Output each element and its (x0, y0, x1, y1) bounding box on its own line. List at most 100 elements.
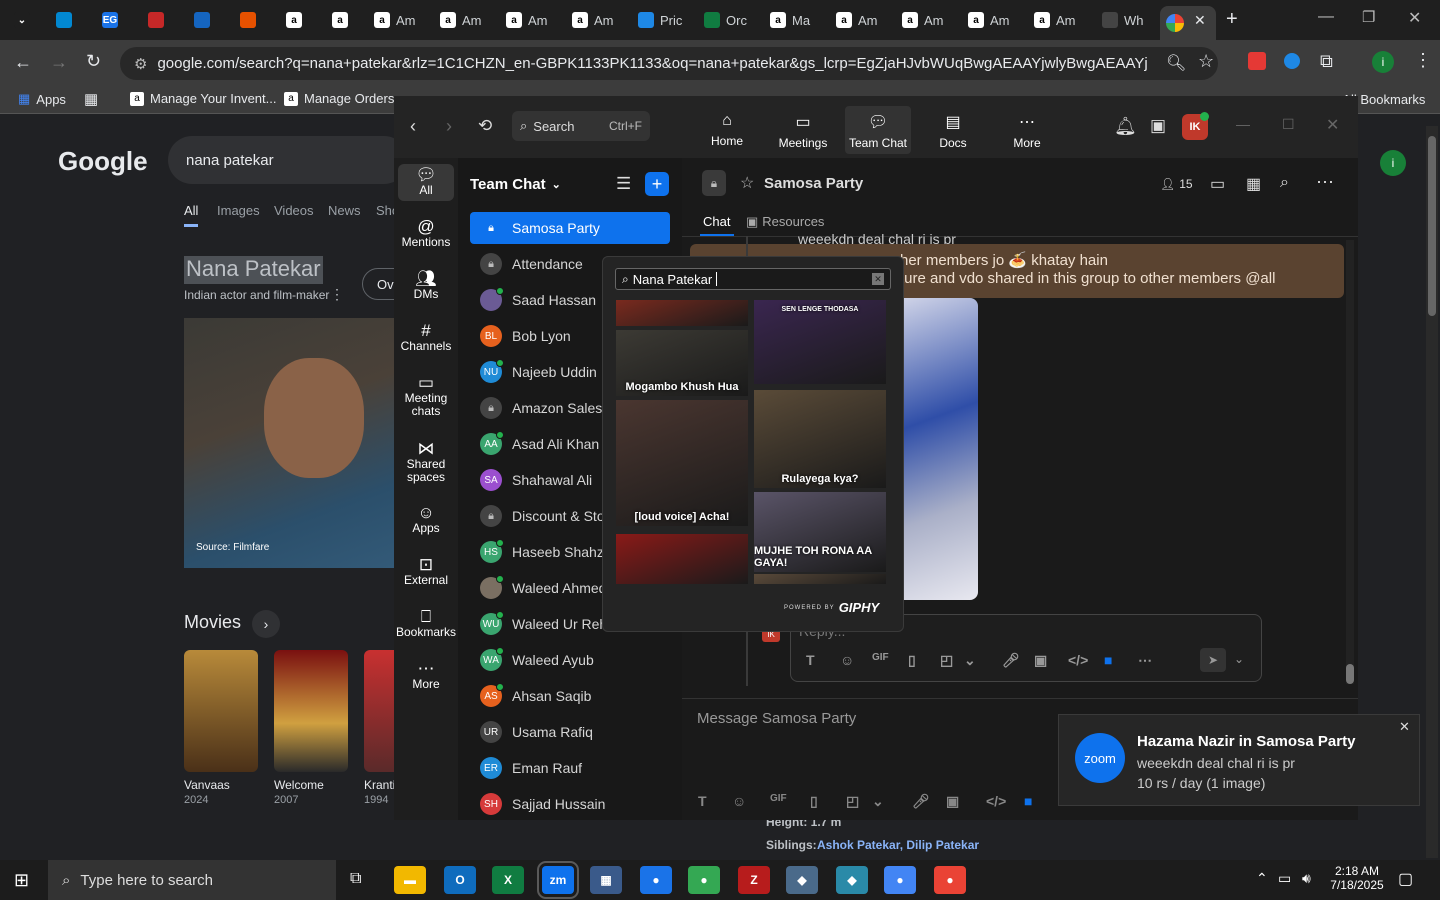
chevron-down-icon[interactable]: ⌄ (964, 652, 976, 669)
browser-tab[interactable]: a Am (564, 6, 622, 34)
reload-icon[interactable]: ↻ (86, 51, 101, 72)
whiteboard-icon[interactable]: ■ (1104, 652, 1112, 668)
movie-poster[interactable] (364, 650, 394, 772)
code-icon[interactable]: </> (1068, 652, 1088, 668)
kp-more-icon[interactable]: ⋮ (330, 286, 344, 303)
clock[interactable]: 2:18 AM 7/18/2025 (1330, 864, 1384, 892)
emoji-icon[interactable]: ☺ (840, 652, 854, 668)
gif-thumbnail[interactable]: Rulayega kya? (754, 390, 886, 488)
address-bar[interactable]: ⚙ google.com/search?q=nana+patekar&rlz=1… (120, 47, 1218, 80)
nav-team-chat[interactable]: 💬︎ Team Chat (845, 106, 911, 154)
browser-tab[interactable] (140, 6, 172, 34)
movie-title[interactable]: Kranti (364, 778, 394, 792)
code-icon[interactable]: </> (986, 793, 1006, 809)
zoom-back-icon[interactable]: ‹ (410, 116, 416, 137)
browser-tab[interactable] (232, 6, 264, 34)
tray-chevron-icon[interactable]: ⌃ (1256, 870, 1268, 887)
google-search-input[interactable]: nana patekar (168, 136, 408, 184)
page-scrollbar[interactable] (1426, 126, 1438, 858)
close-notification-icon[interactable]: ✕ (1399, 719, 1410, 735)
new-chat-button[interactable]: + (645, 172, 669, 196)
browser-tab[interactable] (48, 6, 80, 34)
channel-item[interactable]: ER Eman Rauf (470, 752, 670, 784)
chrome-icon[interactable]: ● (934, 866, 966, 894)
kp-image[interactable]: Source: Filmfare (184, 318, 394, 568)
shared-image[interactable] (900, 298, 978, 600)
file-explorer-icon[interactable]: ▬ (394, 866, 426, 894)
movie-poster[interactable] (184, 650, 258, 772)
giphy-search-input[interactable]: ⌕ Nana Patekar ✕ (615, 268, 891, 290)
channel-item[interactable]: SH Sajjad Hussain (470, 788, 670, 820)
video-call-icon[interactable]: ▭ (1210, 174, 1225, 194)
zoom-maximize-icon[interactable]: ☐ (1282, 116, 1295, 133)
browser-tab[interactable]: a (278, 6, 310, 34)
file-icon[interactable]: ▯ (908, 652, 916, 669)
rail-mentions[interactable]: @ Mentions (398, 218, 454, 249)
text-format-icon[interactable]: T (698, 793, 707, 809)
movie-title[interactable]: Vanvaas (184, 778, 230, 792)
gif-icon[interactable]: GIF (872, 652, 889, 663)
browser-tab[interactable]: a Am (828, 6, 886, 34)
filezilla-icon[interactable]: Z (738, 866, 770, 894)
nav-docs[interactable]: ▤ Docs (920, 112, 986, 150)
browser-tab[interactable]: a Am (432, 6, 490, 34)
filter-icon[interactable]: ☰ (616, 174, 631, 194)
chrome-icon[interactable]: ● (884, 866, 916, 894)
team-chat-dropdown[interactable]: Team Chat ⌄ (470, 176, 561, 193)
screenshot-icon[interactable]: ◰ (940, 652, 953, 669)
excel-icon[interactable]: X (492, 866, 524, 894)
emoji-icon[interactable]: ☺ (732, 793, 746, 809)
tab-close-icon[interactable]: ✕ (1194, 12, 1206, 29)
video-clip-icon[interactable]: ▣ (1034, 652, 1047, 669)
gif-thumbnail[interactable] (616, 300, 748, 326)
browser-tab[interactable]: a Am (960, 6, 1018, 34)
star-icon[interactable]: ☆ (740, 173, 754, 193)
back-icon[interactable]: ← (14, 52, 32, 73)
browser-tab[interactable]: a Am (366, 6, 424, 34)
extension-blue-icon[interactable] (1284, 53, 1300, 69)
app-icon[interactable]: ◆ (786, 866, 818, 894)
zoom-close-icon[interactable]: ✕ (1326, 115, 1339, 135)
whiteboard-icon[interactable]: ■ (1024, 793, 1032, 809)
video-clip-icon[interactable]: ▣ (946, 793, 959, 810)
channel-item[interactable]: AS Ahsan Saqib (470, 680, 670, 712)
siblings-value[interactable]: Ashok Patekar, Dilip Patekar (817, 838, 979, 852)
calendar-icon[interactable]: ▦ (1246, 174, 1261, 194)
zoom-forward-icon[interactable]: › (446, 116, 452, 137)
site-info-icon[interactable]: ⚙ (134, 55, 147, 73)
zoom-minimize-icon[interactable]: — (1236, 116, 1250, 132)
mic-icon[interactable]: 🎤︎ (1002, 652, 1020, 669)
gif-thumbnail[interactable]: SEN LENGE THODASA (754, 300, 886, 384)
rail-meeting-chats[interactable]: ▭ Meeting chats (398, 374, 454, 418)
profile-avatar[interactable]: i (1372, 51, 1394, 73)
bookmark-manage-orders[interactable]: a Manage Orders (284, 91, 394, 106)
gif-thumbnail[interactable]: [loud voice] Acha! (616, 400, 748, 526)
windows-start-icon[interactable]: ⊞ (14, 870, 29, 891)
browser-tab[interactable]: Wh (1094, 6, 1152, 34)
send-options-chevron-icon[interactable]: ⌄ (1234, 652, 1244, 666)
bookmark-manage-inventory[interactable]: a Manage Your Invent... (130, 91, 276, 106)
active-tab[interactable]: ✕ (1160, 6, 1216, 40)
forward-icon[interactable]: → (50, 52, 68, 73)
app-icon[interactable]: ◆ (836, 866, 868, 894)
tab-resources[interactable]: ▣ Resources (746, 214, 824, 230)
google-tab-news[interactable]: News (328, 203, 361, 218)
google-tab-all[interactable]: All (184, 203, 199, 227)
more-icon[interactable]: ⋯ (1138, 652, 1152, 669)
browser-tab[interactable]: Pric (630, 6, 690, 34)
notifications-bell-icon[interactable]: 🔔︎ (1114, 116, 1137, 137)
rail-all[interactable]: 💬︎ All (398, 164, 454, 201)
restore-icon[interactable]: ❐ (1362, 8, 1375, 26)
extension-red-icon[interactable] (1248, 52, 1266, 70)
rail-bookmarks[interactable]: ⎕ Bookmarks (396, 608, 456, 639)
rail-more[interactable]: ⋯ More (398, 660, 454, 691)
network-icon[interactable]: ▭ (1278, 870, 1291, 887)
file-icon[interactable]: ▯ (810, 793, 818, 810)
minimize-icon[interactable]: — (1318, 8, 1334, 26)
rail-apps[interactable]: ☺ Apps (398, 504, 454, 535)
message-input[interactable]: Message Samosa Party (697, 710, 856, 727)
browser-tab[interactable]: a Ma (762, 6, 818, 34)
rail-dms[interactable]: 👥︎ DMs (398, 270, 454, 301)
more-options-icon[interactable]: ⋯ (1316, 172, 1334, 193)
movies-arrow-icon[interactable]: › (252, 610, 280, 638)
